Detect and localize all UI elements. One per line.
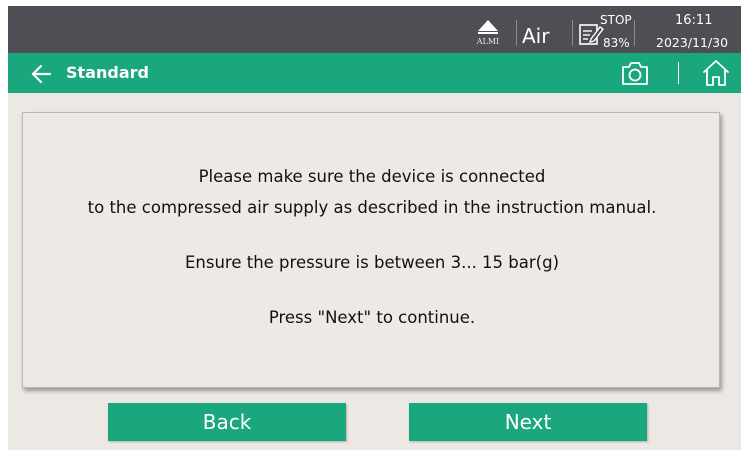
home-icon[interactable] (701, 58, 731, 88)
alarm-indicator[interactable]: ALMI (472, 20, 504, 50)
continue-instruction: Press "Next" to continue. (268, 308, 476, 327)
alarm-label: ALMI (476, 37, 500, 46)
camera-icon[interactable] (620, 59, 650, 87)
title-bar: Standard (8, 53, 741, 93)
clock-time: 16:11 (675, 13, 713, 28)
page-title: Standard (66, 63, 149, 82)
message-panel: Please make sure the device is connected… (22, 112, 720, 388)
alarm-underline (478, 32, 498, 34)
status-bar: ALMI Air STOP 83% 16:11 2023/11/30 (8, 6, 741, 53)
back-arrow-icon[interactable] (30, 63, 52, 85)
status-divider (572, 20, 573, 46)
message-line: to the compressed air supply as describe… (87, 198, 657, 217)
status-divider (516, 20, 517, 46)
clock-date: 2023/11/30 (656, 35, 729, 50)
alarm-triangle-icon (478, 20, 498, 31)
status-divider (634, 20, 635, 46)
pressure-instruction: Ensure the pressure is between 3... 15 b… (184, 253, 560, 272)
percent-value: 83% (603, 36, 630, 50)
medium-label: Air (522, 24, 550, 48)
title-divider (678, 62, 679, 84)
device-state-label: STOP (600, 13, 632, 27)
message-line: Please make sure the device is connected (198, 167, 546, 186)
back-button[interactable]: Back (108, 403, 346, 441)
next-button[interactable]: Next (409, 403, 647, 441)
